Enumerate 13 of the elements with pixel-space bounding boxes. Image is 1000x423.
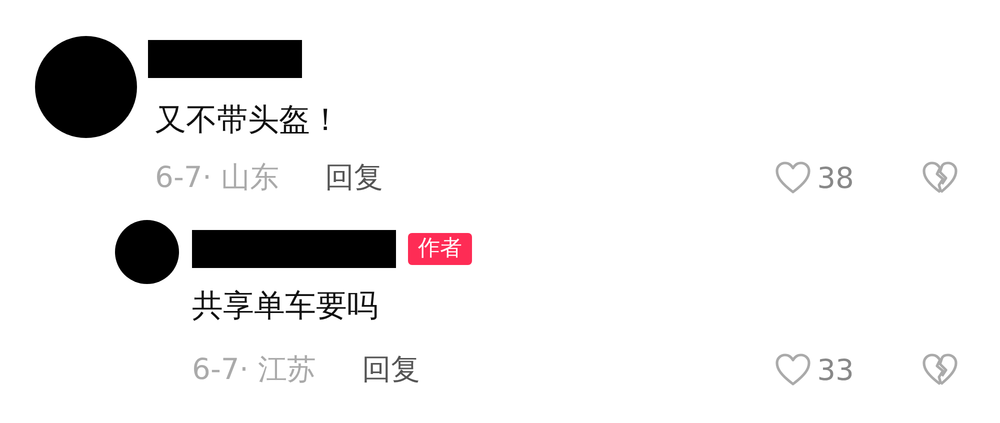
- heart-icon[interactable]: [775, 161, 812, 195]
- comment-text: 共享单车要吗: [192, 287, 379, 326]
- like-count: 38: [817, 161, 854, 195]
- author-badge: 作者: [408, 233, 472, 265]
- heart-icon[interactable]: [775, 353, 812, 387]
- broken-heart-icon[interactable]: [922, 161, 958, 195]
- comment-date-location: 6-7· 江苏: [192, 351, 316, 388]
- reply-button[interactable]: 回复: [362, 350, 420, 390]
- like-count: 33: [817, 353, 854, 387]
- broken-heart-icon[interactable]: [922, 353, 958, 387]
- comment-text: 又不带头盔！: [155, 101, 342, 140]
- reply-button[interactable]: 回复: [324, 158, 383, 198]
- comment-date-location: 6-7· 山东: [155, 159, 279, 196]
